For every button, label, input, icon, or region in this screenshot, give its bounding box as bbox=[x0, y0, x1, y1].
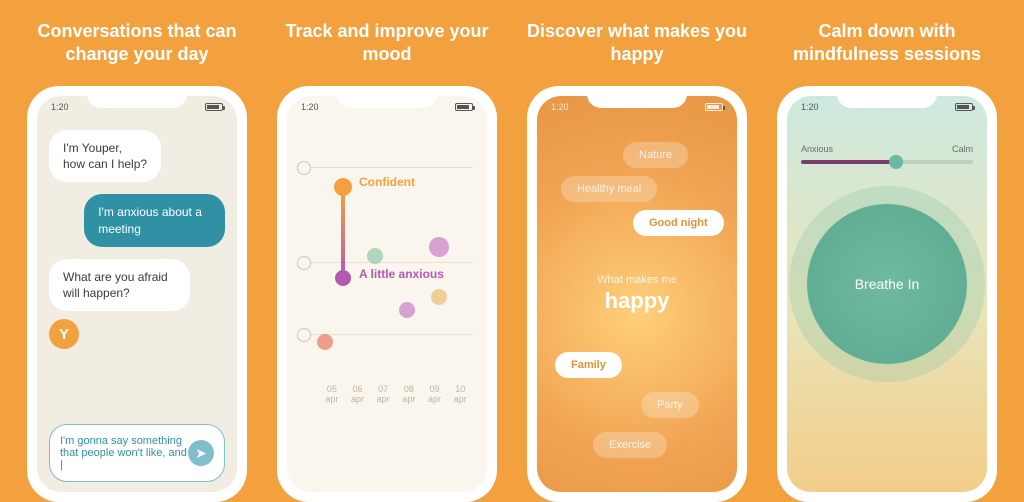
status-time: 1:20 bbox=[51, 102, 69, 112]
mood-label-anxious: A little anxious bbox=[359, 267, 444, 281]
screen-happy: 1:20 Nature Healthy meal Good night What… bbox=[537, 96, 737, 492]
x-axis: 05apr 06apr 07apr 08apr 09apr 10apr bbox=[319, 384, 473, 404]
phone-notch bbox=[87, 86, 187, 108]
slider-label-left: Anxious bbox=[801, 144, 833, 154]
x-tick: 10apr bbox=[447, 384, 473, 404]
breathe-label: Breathe In bbox=[855, 276, 920, 292]
mood-label-confident: Confident bbox=[359, 175, 415, 189]
phone-frame: 1:20 Confident A little anxious 05apr bbox=[277, 86, 497, 502]
bot-message: What are you afraid will happen? bbox=[49, 259, 190, 311]
face-icon bbox=[297, 328, 311, 342]
tag-healthy-meal[interactable]: Healthy meal bbox=[561, 176, 657, 202]
tag-family[interactable]: Family bbox=[555, 352, 622, 378]
center-big: happy bbox=[537, 288, 737, 314]
phone-notch bbox=[837, 86, 937, 108]
phone-notch bbox=[337, 86, 437, 108]
screen-mood-chart: 1:20 Confident A little anxious 05apr bbox=[287, 96, 487, 492]
headline: Discover what makes you happy bbox=[517, 20, 757, 72]
chat-column: I'm Youper, how can I help? I'm anxious … bbox=[49, 130, 225, 482]
phone-frame: 1:20 Anxious Calm Breathe In bbox=[777, 86, 997, 502]
panel-conversations: Conversations that can change your day 1… bbox=[17, 20, 257, 502]
phone-frame: 1:20 Nature Healthy meal Good night What… bbox=[527, 86, 747, 502]
x-tick: 06apr bbox=[345, 384, 371, 404]
send-button[interactable]: ➤ bbox=[188, 440, 214, 466]
bot-avatar: Y bbox=[49, 319, 79, 349]
panel-track-mood: Track and improve your mood 1:20 Confide… bbox=[267, 20, 507, 502]
panel-discover-happy: Discover what makes you happy 1:20 Natur… bbox=[517, 20, 757, 502]
battery-icon bbox=[705, 103, 723, 111]
center-question: What makes me happy bbox=[537, 274, 737, 314]
mood-dot[interactable] bbox=[429, 237, 449, 257]
phone-frame: 1:20 I'm Youper, how can I help? I'm anx… bbox=[27, 86, 247, 502]
mood-slider-wrap: Anxious Calm bbox=[801, 144, 973, 164]
slider-fill bbox=[801, 160, 896, 164]
mood-range-bar bbox=[341, 189, 345, 279]
x-tick: 09apr bbox=[422, 384, 448, 404]
status-time: 1:20 bbox=[301, 102, 319, 112]
send-icon: ➤ bbox=[195, 445, 207, 462]
tag-exercise[interactable]: Exercise bbox=[593, 432, 667, 458]
center-small: What makes me bbox=[537, 274, 737, 286]
face-icon bbox=[297, 161, 311, 175]
x-tick: 08apr bbox=[396, 384, 422, 404]
x-tick: 05apr bbox=[319, 384, 345, 404]
mood-slider[interactable] bbox=[801, 160, 973, 164]
mood-dot[interactable] bbox=[335, 270, 351, 286]
mood-chart[interactable]: Confident A little anxious 05apr 06apr 0… bbox=[301, 140, 473, 410]
chat-input[interactable]: I'm gonna say something that people won'… bbox=[49, 424, 225, 482]
slider-labels: Anxious Calm bbox=[801, 144, 973, 154]
screen-breathe: 1:20 Anxious Calm Breathe In bbox=[787, 96, 987, 492]
chat-input-text[interactable]: I'm gonna say something that people won'… bbox=[60, 435, 188, 471]
headline: Conversations that can change your day bbox=[17, 20, 257, 72]
mood-dot[interactable] bbox=[334, 178, 352, 196]
mood-dot[interactable] bbox=[431, 289, 447, 305]
panel-mindfulness: Calm down with mindfulness sessions 1:20… bbox=[767, 20, 1007, 502]
battery-icon bbox=[455, 103, 473, 111]
slider-thumb[interactable] bbox=[889, 155, 903, 169]
status-time: 1:20 bbox=[801, 102, 819, 112]
battery-icon bbox=[205, 103, 223, 111]
bot-message: I'm Youper, how can I help? bbox=[49, 130, 161, 182]
mood-dot[interactable] bbox=[399, 302, 415, 318]
tag-nature[interactable]: Nature bbox=[623, 142, 688, 168]
breathe-button[interactable]: Breathe In bbox=[807, 204, 967, 364]
status-time: 1:20 bbox=[551, 102, 569, 112]
tag-party[interactable]: Party bbox=[641, 392, 699, 418]
headline: Calm down with mindfulness sessions bbox=[767, 20, 1007, 72]
face-icon bbox=[297, 256, 311, 270]
mood-dot[interactable] bbox=[317, 334, 333, 350]
tag-good-night[interactable]: Good night bbox=[633, 210, 724, 236]
phone-notch bbox=[587, 86, 687, 108]
mood-dot[interactable] bbox=[367, 248, 383, 264]
screen-chat: 1:20 I'm Youper, how can I help? I'm anx… bbox=[37, 96, 237, 492]
user-message: I'm anxious about a meeting bbox=[84, 194, 225, 246]
slider-label-right: Calm bbox=[952, 144, 973, 154]
x-tick: 07apr bbox=[370, 384, 396, 404]
battery-icon bbox=[955, 103, 973, 111]
headline: Track and improve your mood bbox=[267, 20, 507, 72]
